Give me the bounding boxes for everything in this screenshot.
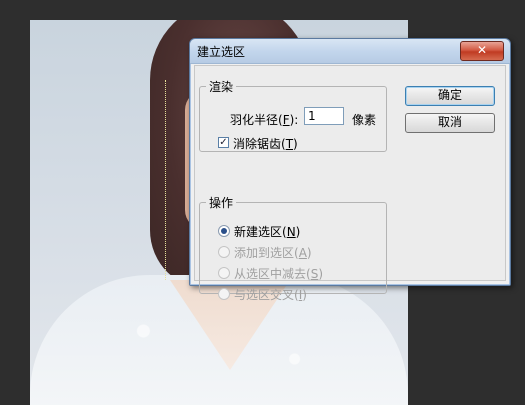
antialias-label-text: 消除锯齿( bbox=[233, 137, 286, 151]
option-text: 与选区交叉( bbox=[234, 288, 299, 302]
dialog-title: 建立选区 bbox=[197, 45, 246, 59]
antialias-label-close: ) bbox=[293, 137, 298, 151]
option-text-close: ) bbox=[318, 267, 323, 281]
feather-unit-label: 像素 bbox=[352, 113, 377, 127]
dialog-titlebar[interactable]: 建立选区 ✕ bbox=[190, 39, 510, 64]
antialias-label[interactable]: 消除锯齿(T) bbox=[233, 135, 298, 152]
ok-button[interactable]: 确定 bbox=[405, 86, 495, 106]
feather-hotkey: F bbox=[282, 113, 290, 127]
feather-radius-input[interactable] bbox=[304, 107, 344, 125]
radio-subtract-from-selection bbox=[218, 267, 230, 279]
render-group: 渲染 羽化半径(F): 像素 ✓ 消除锯齿(T) bbox=[199, 78, 387, 152]
selection-marquee bbox=[165, 80, 168, 280]
close-icon: ✕ bbox=[476, 43, 488, 57]
intersect-selection-label: 与选区交叉(I) bbox=[234, 286, 307, 303]
feather-label-close: ): bbox=[289, 113, 299, 127]
antialias-checkbox[interactable]: ✓ bbox=[218, 137, 229, 148]
option-hotkey: N bbox=[286, 225, 296, 239]
option-text: 添加到选区( bbox=[234, 246, 299, 260]
option-text-close: ) bbox=[306, 246, 312, 260]
radio-add-to-selection bbox=[218, 246, 230, 258]
operation-group: 操作 新建选区(N) 添加到选区(A) 从选区中减去(S) 与选区交叉(I) bbox=[199, 194, 387, 302]
radio-intersect-selection bbox=[218, 288, 230, 300]
operation-group-label: 操作 bbox=[209, 196, 234, 210]
option-text: 从选区中减去( bbox=[234, 267, 311, 281]
option-text-close: ) bbox=[302, 288, 307, 302]
option-text: 新建选区( bbox=[234, 225, 287, 239]
option-hotkey: A bbox=[298, 246, 307, 260]
option-text-close: ) bbox=[295, 225, 301, 239]
cancel-button[interactable]: 取消 bbox=[405, 113, 495, 133]
feather-label-text: 羽化半径( bbox=[230, 113, 283, 127]
dialog-body: 渲染 羽化半径(F): 像素 ✓ 消除锯齿(T) 操作 新建选区(N) 添加到选… bbox=[194, 65, 506, 302]
subtract-from-selection-label: 从选区中减去(S) bbox=[234, 265, 323, 282]
add-to-selection-label: 添加到选区(A) bbox=[234, 244, 312, 261]
radio-new-selection[interactable] bbox=[218, 225, 230, 237]
make-selection-dialog: 建立选区 ✕ 渲染 羽化半径(F): 像素 ✓ 消除锯齿(T) 操作 新建选区(… bbox=[189, 38, 511, 302]
feather-radius-label: 羽化半径(F): bbox=[230, 111, 298, 128]
antialias-hotkey: T bbox=[285, 137, 294, 151]
close-button[interactable]: ✕ bbox=[460, 41, 504, 61]
render-group-label: 渲染 bbox=[209, 80, 234, 94]
new-selection-label[interactable]: 新建选区(N) bbox=[234, 223, 300, 240]
